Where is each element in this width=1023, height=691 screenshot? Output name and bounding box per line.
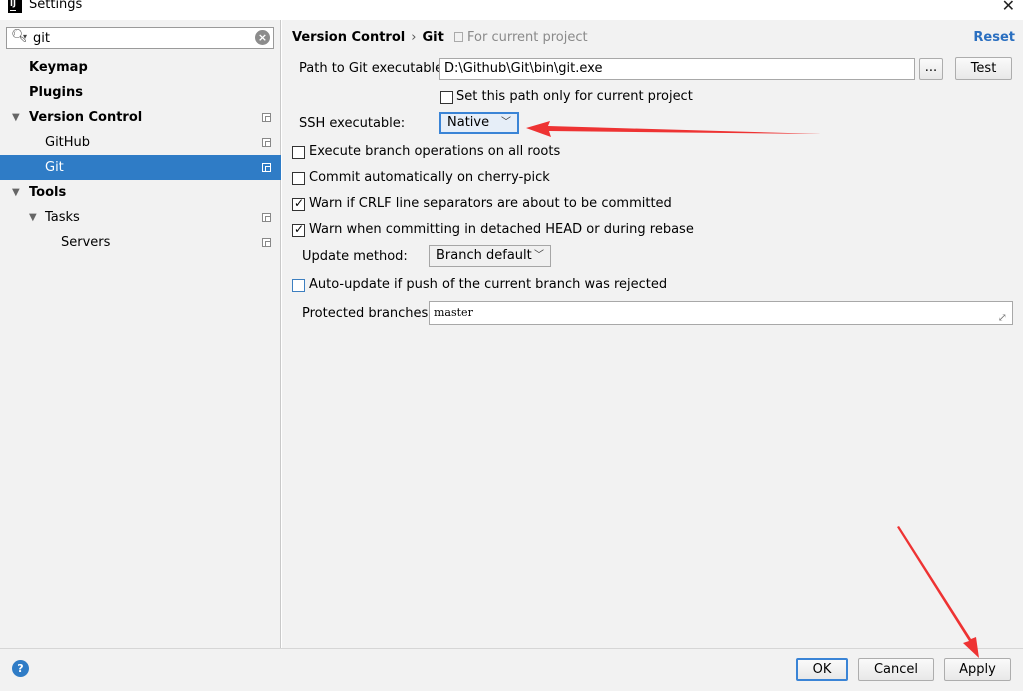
test-button-label: Test — [970, 61, 997, 76]
settings-search[interactable]: 🔍︎ ▾ × — [6, 27, 274, 49]
cancel-button-label: Cancel — [873, 662, 919, 677]
sidebar-item-label: Tasks — [45, 210, 80, 225]
breadcrumb: Version Control › Git — [292, 30, 444, 45]
update-method-select[interactable]: Branch default ﹀ — [429, 245, 551, 267]
commit-cherry-pick-label: Commit automatically on cherry-pick — [309, 170, 550, 185]
chevron-down-icon: ﹀ — [501, 117, 511, 128]
browse-button[interactable]: ... — [919, 58, 943, 80]
auto-update-checkbox[interactable] — [292, 279, 305, 292]
update-method-label: Update method: — [302, 249, 408, 264]
help-icon[interactable]: ? — [12, 660, 29, 677]
sidebar-item-label: Version Control — [29, 110, 143, 125]
breadcrumb-current: Git — [422, 30, 444, 45]
test-button[interactable]: Test — [955, 57, 1012, 80]
check-icon: ✓ — [294, 222, 305, 236]
chevron-down-icon: ﹀ — [534, 250, 544, 261]
branch-ops-all-roots-checkbox[interactable] — [292, 146, 305, 159]
breadcrumb-parent: Version Control — [292, 30, 406, 45]
warn-detached-head-checkbox[interactable]: ✓ — [292, 222, 305, 237]
sidebar-item-servers[interactable]: Servers — [0, 230, 281, 255]
sidebar-item-github[interactable]: GitHub — [0, 130, 281, 155]
update-method-value: Branch default — [436, 248, 532, 263]
window-title: Settings — [29, 0, 83, 12]
search-options-chevron-icon[interactable]: ▾ — [23, 32, 27, 41]
ok-button[interactable]: OK — [796, 658, 848, 681]
settings-sidebar: 🔍︎ ▾ × Keymap Plugins ▼ Version Control … — [0, 20, 281, 648]
branch-ops-all-roots-label: Execute branch operations on all roots — [309, 144, 561, 159]
close-icon[interactable]: ✕ — [1002, 0, 1015, 15]
sidebar-item-keymap[interactable]: Keymap — [0, 55, 281, 80]
sidebar-item-plugins[interactable]: Plugins — [0, 80, 281, 105]
breadcrumb-separator-icon: › — [411, 30, 417, 45]
intellij-icon: IJ — [8, 0, 22, 13]
auto-update-label: Auto-update if push of the current branc… — [309, 277, 668, 292]
commit-cherry-pick-checkbox[interactable] — [292, 172, 305, 185]
sidebar-item-label: Keymap — [29, 60, 88, 75]
project-settings-icon — [262, 138, 271, 147]
apply-button[interactable]: Apply — [944, 658, 1011, 681]
scope-label: For current project — [467, 30, 588, 45]
sidebar-item-version-control[interactable]: ▼ Version Control — [0, 105, 281, 130]
git-path-field[interactable]: D:\Github\Git\bin\git.exe — [439, 58, 915, 80]
expand-chevron-icon[interactable]: ▼ — [12, 105, 20, 130]
git-path-label: Path to Git executable: — [299, 61, 448, 76]
this-project-only-label: Set this path only for current project — [456, 89, 693, 104]
clear-search-icon[interactable]: × — [255, 30, 270, 45]
expand-icon[interactable]: ⤢ — [998, 307, 1007, 329]
project-settings-icon — [454, 32, 463, 42]
protected-branches-value: master — [434, 306, 473, 319]
expand-chevron-icon[interactable]: ▼ — [12, 180, 20, 205]
git-settings-panel: Version Control › Git For current project … — [282, 20, 1023, 648]
project-settings-icon — [262, 213, 271, 222]
project-settings-icon — [262, 163, 271, 172]
scope-note: For current project — [454, 30, 588, 45]
warn-crlf-label: Warn if CRLF line separators are about t… — [309, 196, 672, 211]
expand-chevron-icon[interactable]: ▼ — [29, 205, 37, 230]
sidebar-item-tools[interactable]: ▼ Tools — [0, 180, 281, 205]
ssh-executable-label: SSH executable: — [299, 116, 406, 131]
search-input[interactable] — [33, 29, 253, 47]
reset-link[interactable]: Reset — [973, 30, 1015, 45]
this-project-only-checkbox[interactable] — [440, 91, 453, 104]
dialog-footer: ? OK Cancel Apply — [0, 648, 1023, 691]
sidebar-item-label: GitHub — [45, 135, 91, 150]
project-settings-icon — [262, 113, 271, 122]
apply-button-label: Apply — [959, 662, 996, 677]
protected-branches-label: Protected branches: — [302, 306, 433, 321]
title-bar: IJ Settings ✕ — [0, 0, 1023, 18]
protected-branches-field[interactable]: master ⤢ — [429, 301, 1013, 325]
sidebar-item-git[interactable]: Git — [0, 155, 281, 180]
project-settings-icon — [262, 238, 271, 247]
warn-detached-head-label: Warn when committing in detached HEAD or… — [309, 222, 694, 237]
ok-button-label: OK — [812, 662, 832, 677]
ssh-executable-select[interactable]: Native ﹀ — [439, 112, 519, 134]
sidebar-item-label: Git — [45, 160, 64, 175]
ssh-executable-value: Native — [447, 115, 490, 130]
warn-crlf-checkbox[interactable]: ✓ — [292, 196, 305, 211]
check-icon: ✓ — [294, 196, 305, 210]
sidebar-item-tasks[interactable]: ▼ Tasks — [0, 205, 281, 230]
cancel-button[interactable]: Cancel — [858, 658, 934, 681]
sidebar-item-label: Servers — [61, 235, 111, 250]
sidebar-item-label: Tools — [29, 185, 67, 200]
sidebar-item-label: Plugins — [29, 85, 83, 100]
